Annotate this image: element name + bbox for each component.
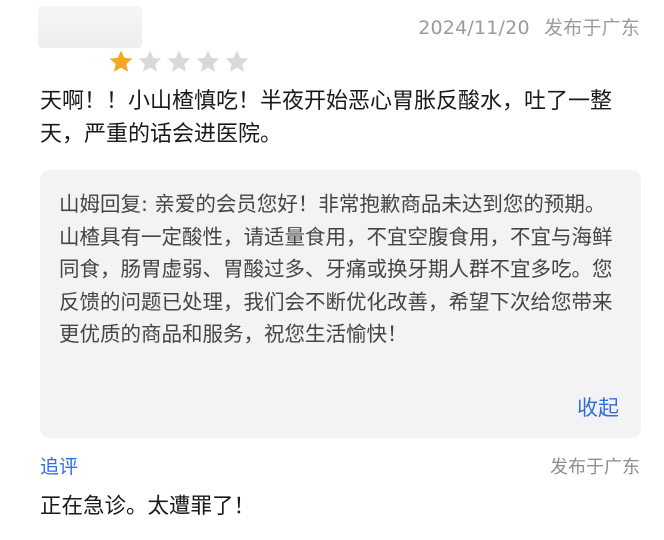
star-filled-icon <box>109 50 133 72</box>
star-rating <box>108 49 250 75</box>
star-empty-icon <box>196 50 220 72</box>
review-text: 天啊！！小山楂慎吃！半夜开始恶心胃胀反酸水，吐了一整天，严重的话会进医院。 <box>40 89 613 147</box>
followup-location: 发布于广东 <box>550 457 640 478</box>
star-empty-icon <box>138 50 162 72</box>
review-meta: 2024/11/20 发布于广东 <box>418 13 640 40</box>
collapse-button[interactable]: 收起 <box>577 392 619 422</box>
review-date: 2024/11/20 <box>418 17 530 39</box>
followup-label: 追评 <box>40 456 79 478</box>
merchant-reply-box: 山姆回复: 亲爱的会员您好！非常抱歉商品未达到您的预期。山楂具有一定酸性，请适量… <box>40 170 641 438</box>
followup-text: 正在急诊。太遭罪了！ <box>40 494 256 519</box>
merchant-reply-text: 山姆回复: 亲爱的会员您好！非常抱歉商品未达到您的预期。山楂具有一定酸性，请适量… <box>59 192 613 346</box>
review-location: 发布于广东 <box>543 17 640 39</box>
avatar <box>38 6 142 48</box>
star-empty-icon <box>225 50 249 72</box>
star-empty-icon <box>167 50 191 72</box>
